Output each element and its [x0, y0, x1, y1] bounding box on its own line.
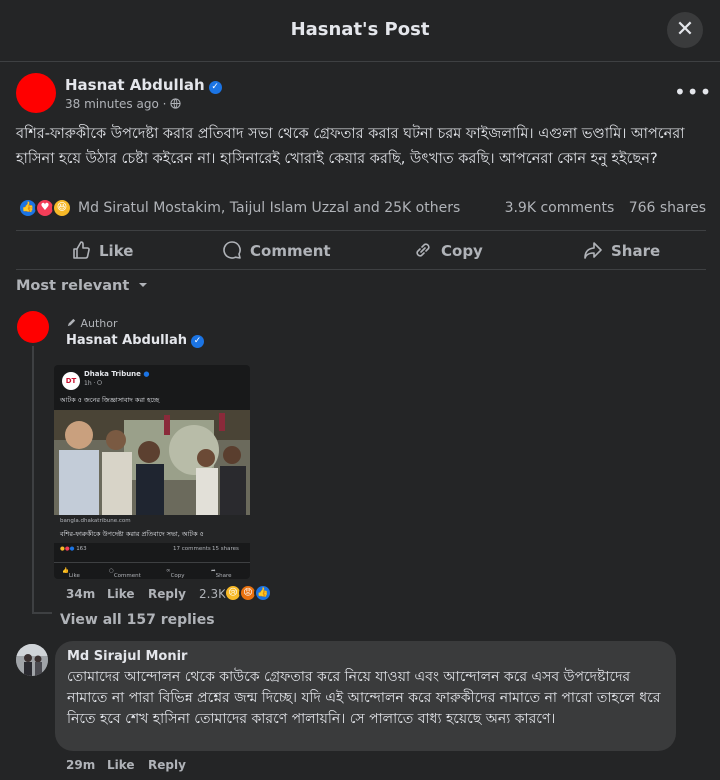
comment-icon [223, 241, 241, 259]
dialog-title: Hasnat's Post [290, 19, 430, 40]
author-badge-label: Author [80, 317, 118, 330]
embed-actions: 👍 Like ○ Comment ∞ Copy ➦ Share [54, 562, 250, 579]
comment-author-name[interactable]: Md Sirajul Monir [67, 649, 187, 664]
share-label: Share [611, 242, 661, 260]
comment-label: Comment [250, 242, 331, 260]
comment-reply-button[interactable]: Reply [148, 758, 186, 772]
comments-count[interactable]: 3.9K comments [505, 200, 615, 216]
comment-author[interactable]: Hasnat Abdullah ✓ [66, 333, 205, 348]
like-icon [73, 241, 90, 259]
comment-text: তোমাদের আন্দোলন থেকে কাউকে গ্রেফতার করে … [67, 669, 661, 727]
comment-actions: 29m Like Reply [66, 758, 266, 778]
embed-share: ➦ Share [211, 568, 232, 579]
comment-image[interactable]: DT Dhaka Tribune ● 1h · আটক ৫ জনের জিজ্ঞ… [54, 365, 250, 579]
like-button[interactable]: Like [71, 240, 133, 260]
verified-badge-icon: ✓ [208, 81, 222, 94]
like-label: Like [99, 242, 134, 260]
news-photo [54, 410, 250, 515]
comment-time[interactable]: 34m [66, 587, 95, 601]
post-meta: 38 minutes ago · [65, 97, 181, 111]
embed-caption: আটক ৫ জনের জিজ্ঞাসাবাদ করা হচ্ছে [60, 396, 160, 404]
dialog-header: Hasnat's Post ✕ [0, 0, 720, 62]
more-dots-icon[interactable]: ••• [674, 80, 712, 104]
comment-like-button[interactable]: Like [107, 758, 135, 772]
comment-reply-button[interactable]: Reply [148, 587, 186, 601]
like-reaction-icon: 👍 [254, 584, 272, 602]
embed-reactions: 163 [76, 546, 87, 552]
comment-time[interactable]: 29m [66, 758, 95, 772]
comment-actions: 34m Like Reply 2.3K 😢 😡 👍 [66, 584, 306, 607]
comment-bubble: Md Sirajul Monir তোমাদের আন্দোলন থেকে কা… [55, 641, 676, 751]
embed-stats: ●●● 163 17 comments 15 shares [60, 546, 239, 552]
dhaka-tribune-logo: DT [62, 372, 80, 390]
comment-reaction-count[interactable]: 2.3K [199, 587, 226, 601]
post-action-bar: Like Comment Copy Share [16, 230, 706, 270]
author-badge: Author [66, 317, 118, 330]
embed-comment: ○ Comment [109, 568, 141, 579]
avatar[interactable] [16, 73, 56, 113]
embed-copy: ∞ Copy [166, 568, 185, 579]
copy-label: Copy [441, 242, 483, 260]
sort-label: Most relevant [16, 278, 130, 294]
comment-author-name[interactable]: Hasnat Abdullah [66, 333, 187, 348]
embed-page-name: Dhaka Tribune ● [84, 370, 150, 378]
comment-button[interactable]: Comment [222, 240, 331, 260]
comment-like-button[interactable]: Like [107, 587, 135, 601]
thread-line [32, 346, 34, 614]
close-icon[interactable]: ✕ [667, 12, 703, 48]
post-body: বশির-ফারুকীকে উপদেষ্টা করার প্রতিবাদ সভা… [16, 126, 685, 167]
comment-sort-dropdown[interactable]: Most relevant [16, 278, 149, 294]
comment-reaction-icons[interactable]: 😢 😡 👍 [224, 584, 280, 604]
share-icon [584, 242, 602, 259]
globe-icon [97, 380, 103, 385]
embed-comments: 17 comments [173, 546, 211, 552]
thread-branch [32, 612, 52, 614]
copy-button[interactable]: Copy [413, 240, 483, 260]
comment-avatar[interactable] [16, 644, 48, 676]
link-domain: bangla.dhakatribune.com [60, 518, 131, 524]
chevron-down-icon [139, 283, 148, 287]
embed-like: 👍 Like [62, 568, 80, 579]
post-counts: 3.9K comments 766 shares [495, 200, 706, 216]
embed-time: 1h · [84, 380, 103, 387]
avatar-photo [16, 644, 48, 676]
reacted-by[interactable]: Md Siratul Mostakim, Taijul Islam Uzzal … [78, 200, 460, 216]
post-author-name[interactable]: Hasnat Abdullah [65, 76, 205, 94]
view-replies-link[interactable]: View all 157 replies [60, 612, 215, 628]
globe-icon [170, 98, 181, 109]
pen-icon [67, 318, 76, 327]
link-icon [416, 243, 430, 257]
post-time[interactable]: 38 minutes ago [65, 97, 159, 111]
comment-avatar[interactable] [17, 311, 49, 343]
link-title: বশির-ফারুকীকে উপদেষ্টা করার প্রতিবাদে সভ… [60, 530, 204, 538]
post-author[interactable]: Hasnat Abdullah ✓ [65, 76, 222, 94]
reaction-icons[interactable]: 👍 ♥ 😆 [18, 198, 76, 220]
verified-badge-icon: ✓ [191, 335, 205, 348]
haha-reaction-icon: 😆 [52, 198, 72, 218]
shares-count[interactable]: 766 shares [629, 200, 706, 216]
share-button[interactable]: Share [583, 240, 660, 260]
embed-shares: 15 shares [212, 546, 239, 552]
embed-link-preview[interactable]: bangla.dhakatribune.com বশির-ফারুকীকে উপ… [54, 515, 250, 543]
reactions-summary: 👍 ♥ 😆 Md Siratul Mostakim, Taijul Islam … [16, 197, 706, 221]
